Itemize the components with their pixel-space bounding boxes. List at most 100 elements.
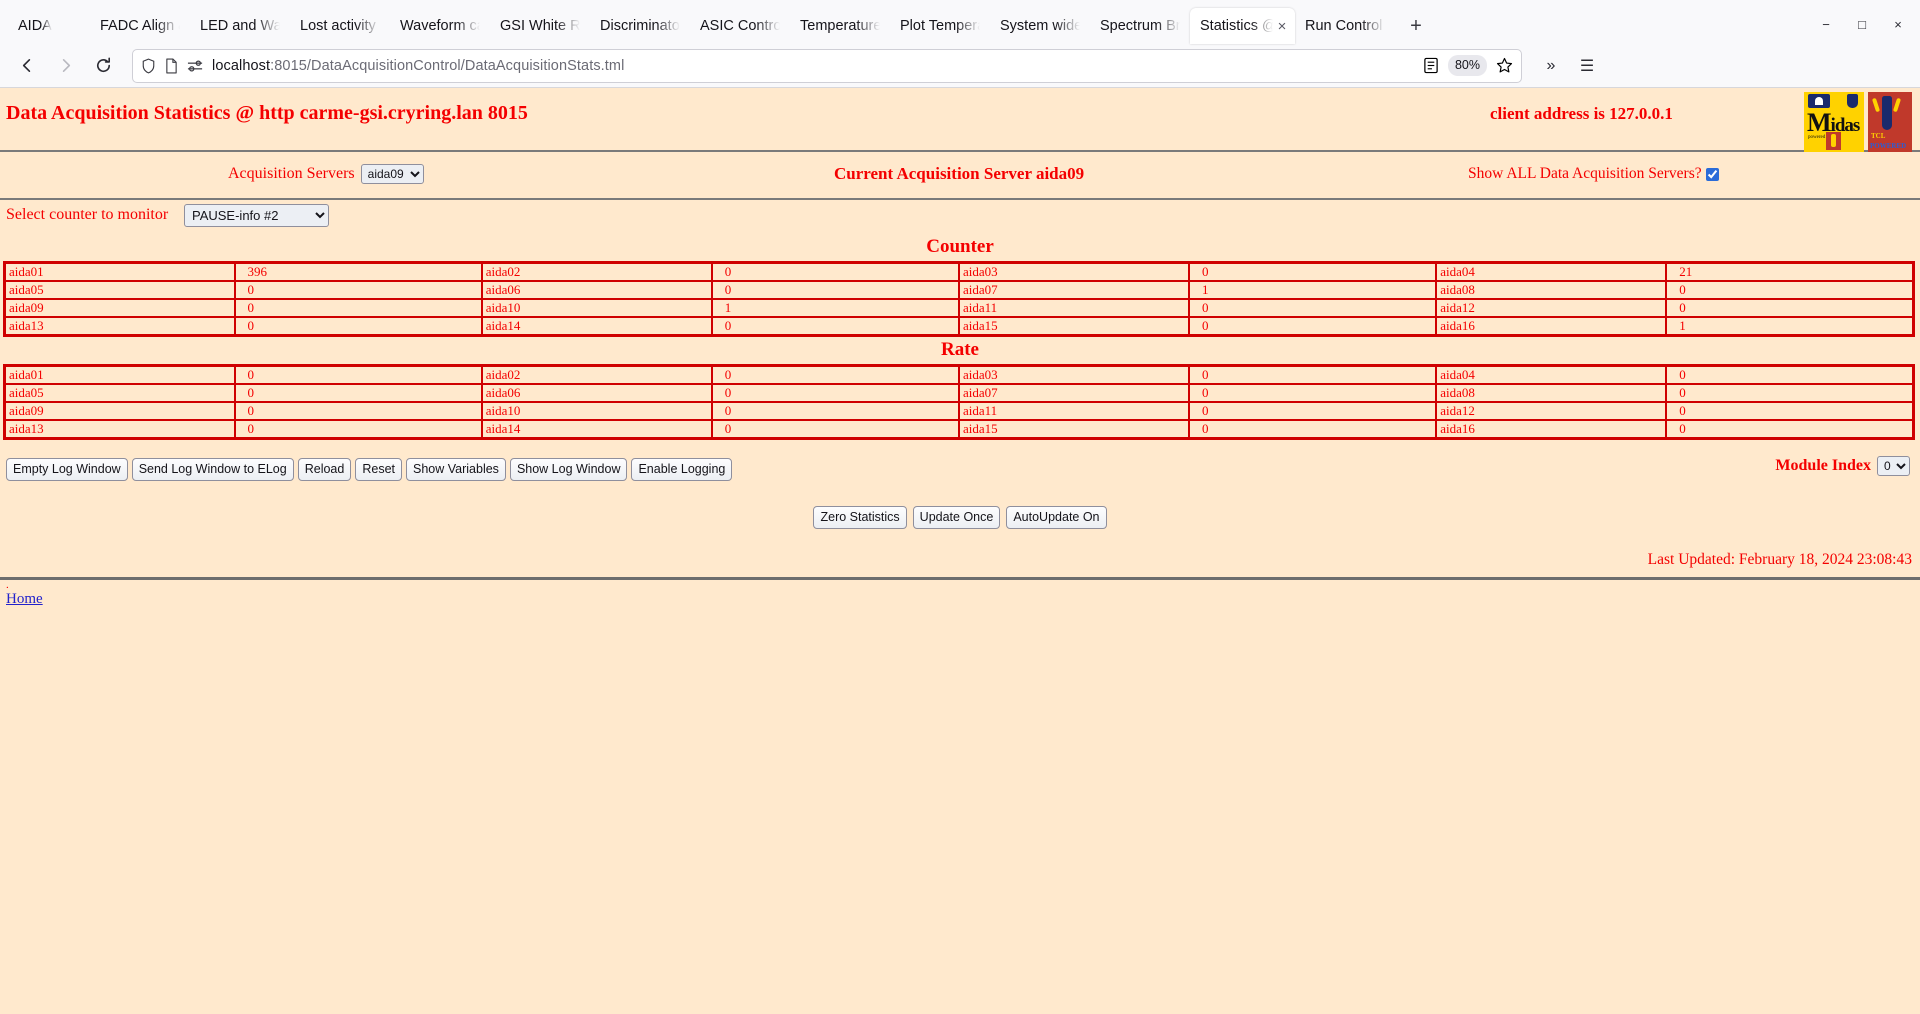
counter-cell-value: 0	[233, 280, 483, 300]
tab-label: System wide Ch	[1000, 18, 1080, 34]
browser-tab-0[interactable]: AIDA	[4, 8, 90, 44]
counter-cell-name: aida04	[1435, 261, 1668, 282]
acquisition-servers-label: Acquisition Servers	[228, 165, 355, 182]
acquisition-servers-select[interactable]: aida09	[360, 164, 424, 184]
shield-icon[interactable]	[141, 58, 156, 74]
rate-table: aida01 0 aida02 0 aida03 0 aida04 0 aida…	[3, 364, 1915, 440]
rate-cell-value: 0	[1187, 401, 1438, 421]
rate-cell-name: aida03	[958, 364, 1190, 385]
new-tab-button[interactable]: +	[1401, 11, 1431, 41]
show-all-servers-checkbox[interactable]	[1705, 167, 1719, 181]
counter-cell-name: aida12	[1435, 298, 1668, 318]
close-window-icon[interactable]: ×	[1880, 9, 1916, 39]
acquisition-servers-group: Acquisition Servers aida09	[228, 164, 424, 184]
browser-tab-7[interactable]: ASIC Control @	[690, 8, 790, 44]
table-row: aida13 0 aida14 0 aida15 0 aida16 1	[3, 316, 1915, 337]
forward-arrow-icon[interactable]	[48, 49, 82, 83]
midas-badge	[1826, 132, 1841, 150]
tab-label: AIDA	[18, 18, 52, 34]
server-controls-row: Acquisition Servers aida09 Current Acqui…	[0, 152, 1920, 198]
table-row: aida09 0 aida10 1 aida11 0 aida12 0	[3, 298, 1915, 318]
url-bar-actions: 80%	[1423, 55, 1513, 76]
browser-tab-13[interactable]: Run Control @	[1295, 8, 1395, 44]
counter-cell-value: 0	[1187, 316, 1438, 337]
reload-button[interactable]: Reload	[297, 458, 352, 481]
browser-tab-3[interactable]: Lost activity mo	[290, 8, 390, 44]
browser-tab-9[interactable]: Plot Temperatur	[890, 8, 990, 44]
overflow-menu-icon[interactable]: »	[1534, 49, 1568, 83]
minimize-icon[interactable]: −	[1808, 9, 1844, 39]
counter-cell-value: 1	[710, 298, 961, 318]
counter-cell-name: aida03	[958, 261, 1190, 282]
reload-icon[interactable]	[86, 49, 120, 83]
browser-tab-1[interactable]: FADC Align & Ca	[90, 8, 190, 44]
url-host: localhost	[212, 57, 271, 74]
rate-cell-value: 0	[233, 383, 483, 403]
autoupdate-on-button[interactable]: AutoUpdate On	[1006, 506, 1107, 529]
update-once-button[interactable]: Update Once	[912, 506, 1001, 529]
module-index-group: Module Index 0	[1775, 456, 1910, 476]
page-content: Data Acquisition Statistics @ http carme…	[0, 88, 1920, 1014]
reader-mode-icon[interactable]	[1423, 57, 1439, 74]
browser-tab-6[interactable]: Discriminator co	[590, 8, 690, 44]
module-index-label: Module Index	[1775, 457, 1871, 474]
rate-cell-name: aida09	[3, 401, 236, 421]
counter-section-title: Counter	[926, 236, 994, 257]
counter-table: aida01 396 aida02 0 aida03 0 aida04 21 a…	[3, 261, 1915, 337]
zero-statistics-button[interactable]: Zero Statistics	[813, 506, 907, 529]
tab-label: Lost activity mo	[300, 18, 380, 34]
current-acquisition-server: Current Acquisition Server aida09	[834, 164, 1085, 183]
reset-button[interactable]: Reset	[355, 458, 402, 481]
back-arrow-icon[interactable]	[10, 49, 44, 83]
zoom-level-badge[interactable]: 80%	[1447, 55, 1487, 76]
navigation-toolbar: localhost:8015/DataAcquisitionControl/Da…	[0, 44, 1920, 88]
browser-tab-5[interactable]: GSI White Rabbi	[490, 8, 590, 44]
close-icon[interactable]: ×	[1273, 17, 1291, 35]
select-counter-dropdown[interactable]: PAUSE-info #2	[184, 204, 329, 227]
permissions-icon[interactable]	[187, 59, 204, 73]
counter-cell-name: aida09	[3, 298, 236, 318]
hamburger-menu-icon[interactable]: ☰	[1570, 49, 1604, 83]
rate-cell-value: 0	[233, 419, 483, 440]
counter-cell-name: aida07	[958, 280, 1190, 300]
home-link[interactable]: Home	[6, 591, 43, 607]
maximize-icon[interactable]: □	[1844, 9, 1880, 39]
star-icon[interactable]	[1496, 57, 1513, 74]
tcl-quill-right	[1892, 97, 1902, 113]
logo-group: Midas powered by TCL POWERED	[1804, 92, 1912, 152]
module-index-select[interactable]: 0	[1877, 456, 1910, 476]
empty-log-window-button[interactable]: Empty Log Window	[6, 458, 128, 481]
last-updated-text: Last Updated: February 18, 2024 23:08:43	[1647, 550, 1912, 568]
url-bar[interactable]: localhost:8015/DataAcquisitionControl/Da…	[132, 48, 1522, 83]
table-row: aida13 0 aida14 0 aida15 0 aida16 0	[3, 419, 1915, 440]
browser-tab-8[interactable]: Temperature an	[790, 8, 890, 44]
browser-tab-10[interactable]: System wide Ch	[990, 8, 1090, 44]
counter-cell-value: 0	[710, 261, 961, 282]
footer-dot: .	[6, 578, 9, 591]
counter-cell-value: 0	[233, 298, 483, 318]
show-log-window-button[interactable]: Show Log Window	[509, 458, 628, 481]
rate-cell-value: 0	[1665, 383, 1915, 403]
send-log-window-to-elog-button[interactable]: Send Log Window to ELog	[131, 458, 294, 481]
show-all-servers-group: Show ALL Data Acquisition Servers?	[1468, 165, 1719, 183]
rate-cell-name: aida15	[958, 419, 1190, 440]
browser-tab-12-active[interactable]: Statistics @ c ×	[1190, 8, 1295, 44]
rate-cell-value: 0	[233, 401, 483, 421]
browser-tab-4[interactable]: Waveform captu	[390, 8, 490, 44]
browser-tab-2[interactable]: LED and Wavefo	[190, 8, 290, 44]
enable-logging-button[interactable]: Enable Logging	[631, 458, 733, 481]
counter-cell-name: aida06	[480, 280, 713, 300]
show-variables-button[interactable]: Show Variables	[406, 458, 506, 481]
rate-cell-name: aida14	[480, 419, 713, 440]
page-icon[interactable]	[165, 57, 178, 74]
counter-cell-value: 0	[710, 280, 961, 300]
rate-cell-value: 0	[1665, 364, 1915, 385]
browser-tab-11[interactable]: Spectrum Brows	[1090, 8, 1190, 44]
client-address: client address is 127.0.0.1	[1490, 104, 1673, 123]
tab-label: GSI White Rabbi	[500, 18, 580, 34]
log-controls-row: Empty Log Window Send Log Window to ELog…	[0, 452, 1920, 488]
rate-cell-value: 0	[1187, 364, 1438, 385]
table-row: aida09 0 aida10 0 aida11 0 aida12 0	[3, 401, 1915, 421]
counter-cell-name: aida13	[3, 316, 236, 337]
counter-cell-value: 0	[1665, 280, 1915, 300]
